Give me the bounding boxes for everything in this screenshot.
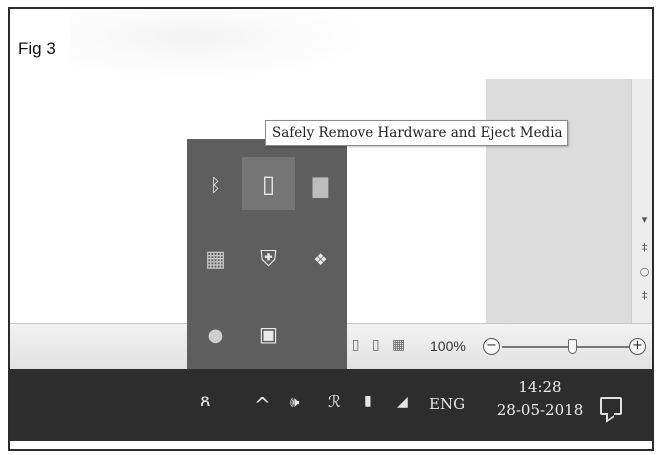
document-app-icon[interactable]: ▣: [242, 307, 295, 360]
scroll-down-arrow-icon[interactable]: ▾: [632, 213, 652, 226]
notes-icon[interactable]: ▇: [294, 159, 347, 212]
figure-frame: Fig 3 ▾ ‡ ○ ‡ ▯▯ ▯ ▦ 100% − + ᛒ ▯ ▇ ▦ ⛨ …: [8, 7, 654, 451]
people-icon[interactable]: ጸ: [200, 390, 211, 411]
dropbox-icon[interactable]: ❖: [294, 233, 347, 286]
clock-date: 28-05-2018: [496, 401, 584, 419]
scroll-select-browse-icon[interactable]: ○: [632, 265, 652, 278]
input-language-indicator[interactable]: ENG: [429, 395, 465, 413]
zoom-out-button[interactable]: −: [483, 338, 500, 355]
tooltip: Safely Remove Hardware and Eject Media: [265, 120, 568, 146]
zoom-level[interactable]: 100%: [430, 338, 466, 354]
clock[interactable]: 14:28 28-05-2018: [495, 378, 585, 419]
satellite-icon[interactable]: ●: [189, 309, 242, 362]
zoom-in-button[interactable]: +: [629, 338, 646, 355]
bluetooth-icon[interactable]: ᛒ: [189, 159, 242, 212]
sync-icon[interactable]: ℛ: [328, 392, 341, 411]
app-tile-icon[interactable]: ▦: [189, 233, 242, 286]
battery-icon[interactable]: ▮: [364, 393, 372, 409]
figure-label: Fig 3: [18, 39, 56, 58]
show-hidden-icons-chevron-icon[interactable]: ^: [254, 393, 271, 417]
hidden-icons-flyout: ᛒ ▯ ▇ ▦ ⛨ ❖ ● ▣: [187, 139, 347, 369]
view-mode-icons[interactable]: ▯▯ ▯ ▦: [340, 337, 409, 353]
clock-time: 14:28: [518, 378, 562, 396]
usb-drive-icon[interactable]: ▯: [242, 157, 295, 210]
background-glow: [70, 9, 370, 79]
windows-defender-icon[interactable]: ⛨: [242, 233, 295, 286]
scroll-page-up-icon[interactable]: ‡: [632, 241, 652, 254]
scroll-page-down-icon[interactable]: ‡: [632, 289, 652, 302]
wifi-icon[interactable]: ◢: [397, 394, 408, 410]
action-center-icon[interactable]: [600, 397, 622, 415]
volume-icon[interactable]: 🕪: [290, 393, 299, 411]
vertical-scrollbar[interactable]: ▾ ‡ ○ ‡: [631, 79, 652, 333]
zoom-slider-track[interactable]: [502, 346, 630, 348]
app-document-area: [486, 79, 631, 333]
zoom-slider-thumb[interactable]: [568, 339, 578, 354]
